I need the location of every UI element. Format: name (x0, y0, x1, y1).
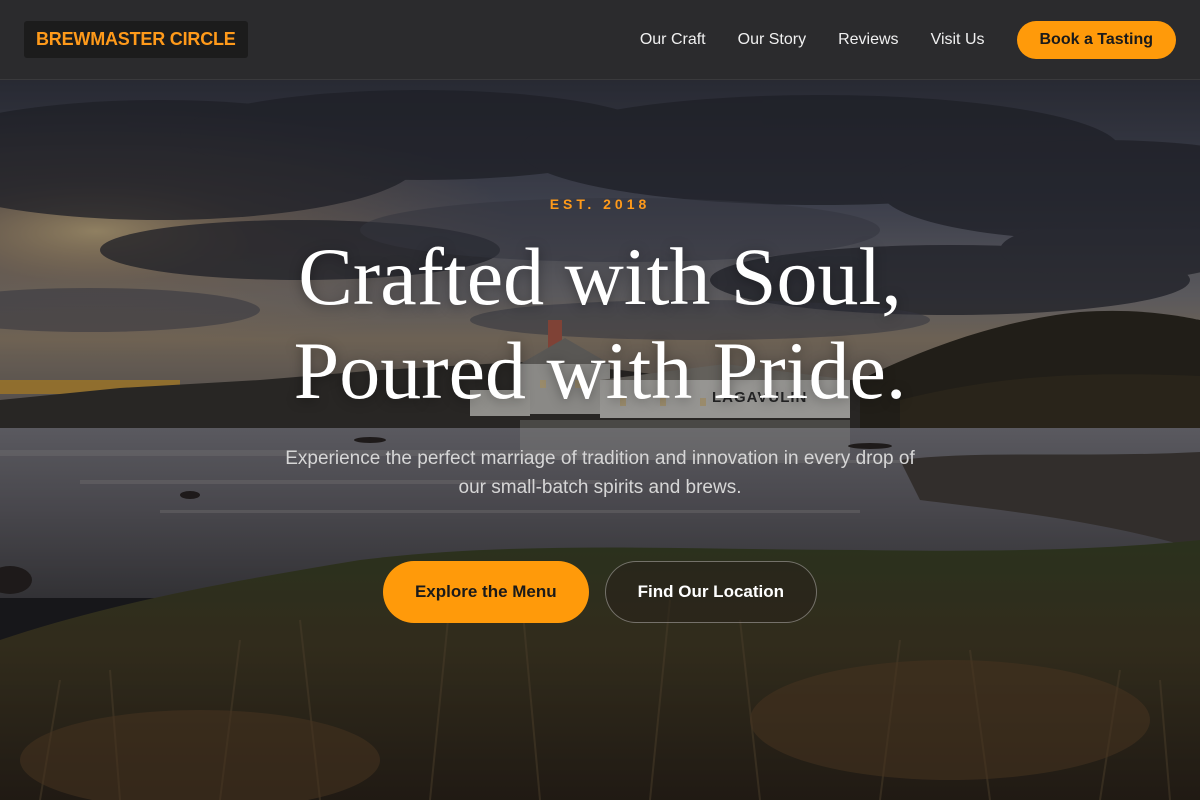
established-label: EST. 2018 (549, 196, 651, 212)
nav-link-our-craft[interactable]: Our Craft (640, 31, 706, 49)
nav-link-visit-us[interactable]: Visit Us (931, 31, 985, 49)
nav-link-our-story[interactable]: Our Story (738, 31, 806, 49)
hero-content: EST. 2018 Crafted with Soul, Poured with… (0, 80, 1200, 800)
main-nav: Our Craft Our Story Reviews Visit Us Boo… (640, 20, 1176, 59)
explore-menu-button[interactable]: Explore the Menu (382, 561, 589, 623)
headline-line-1: Crafted with Soul, (298, 231, 902, 322)
brand-logo[interactable]: BREWMASTER CIRCLE (24, 21, 248, 58)
hero-headline: Crafted with Soul, Poured with Pride. (294, 230, 907, 418)
find-location-button[interactable]: Find Our Location (604, 561, 818, 623)
book-tasting-button[interactable]: Book a Tasting (1016, 20, 1176, 59)
nav-link-reviews[interactable]: Reviews (838, 31, 898, 49)
hero-subtext: Experience the perfect marriage of tradi… (285, 448, 915, 498)
navbar: BREWMASTER CIRCLE Our Craft Our Story Re… (0, 0, 1200, 80)
hero-section: LAGAVULIN EST. 2018 Crafted with Soul, P… (0, 80, 1200, 800)
hero-buttons: Explore the Menu Find Our Location (382, 561, 818, 623)
headline-line-2: Poured with Pride. (293, 325, 907, 416)
